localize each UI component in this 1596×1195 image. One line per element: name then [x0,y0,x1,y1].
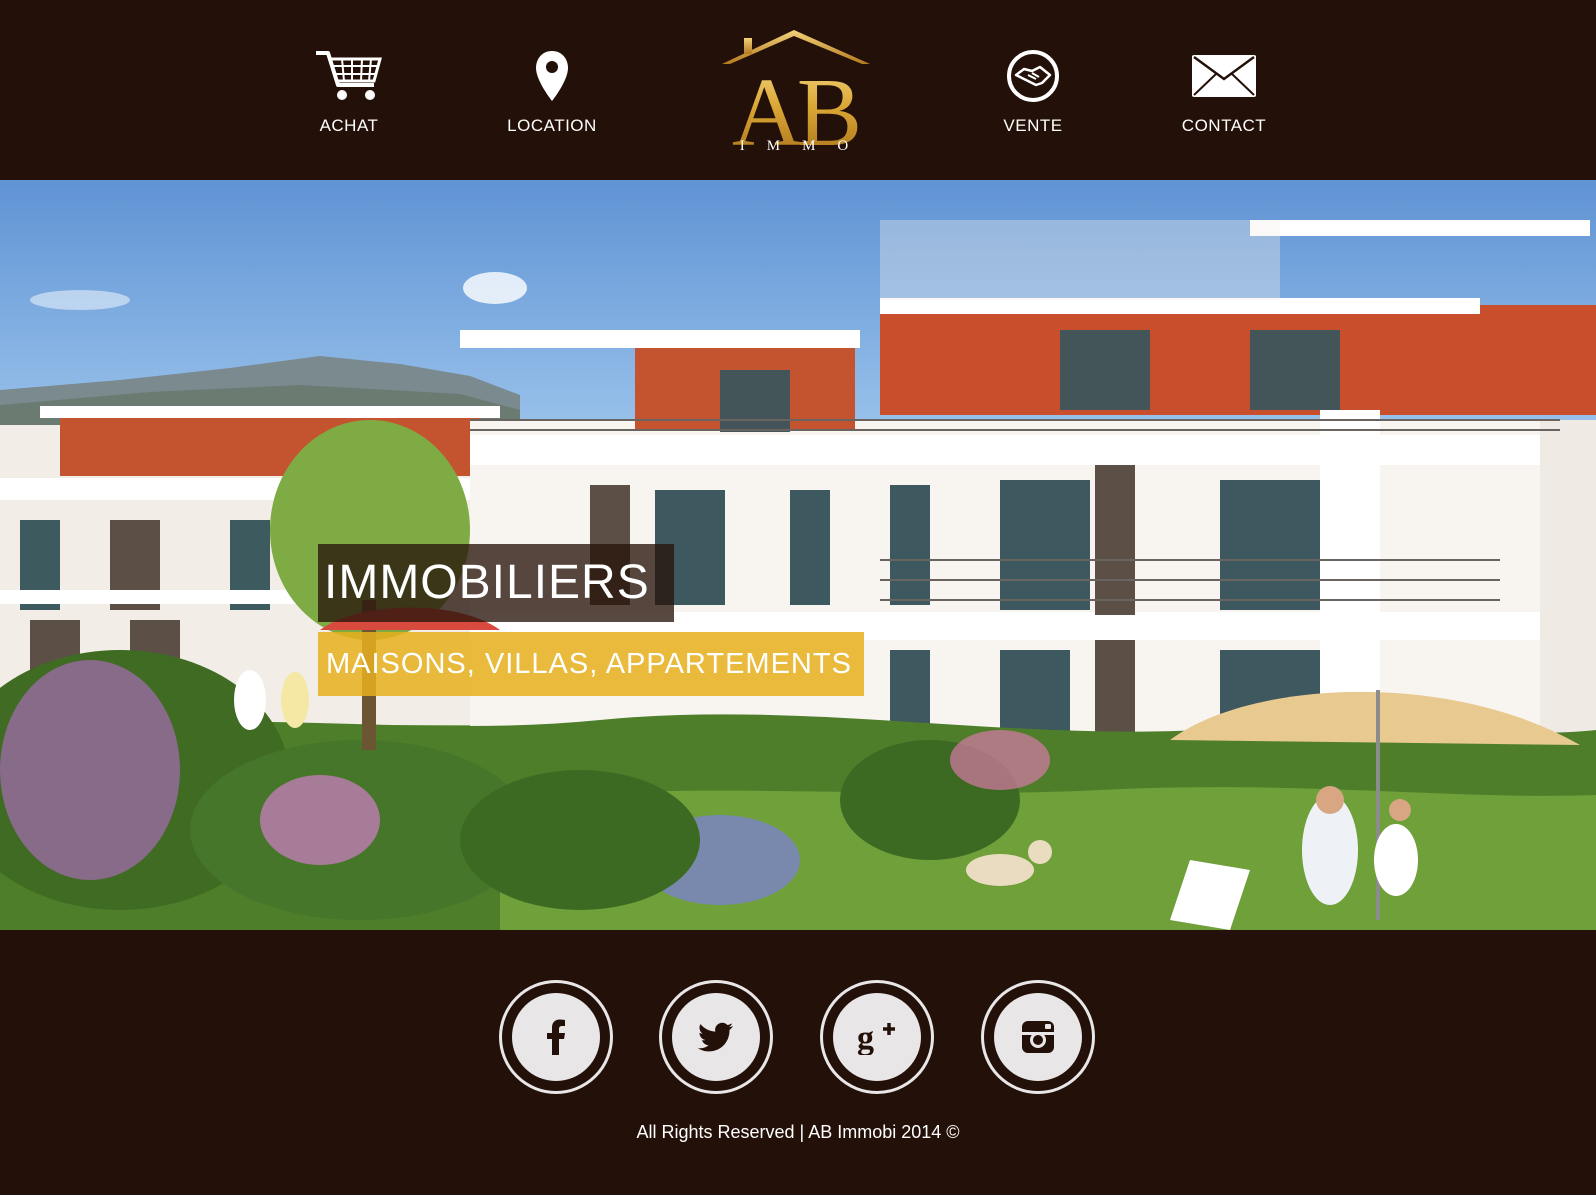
twitter-button[interactable] [659,980,773,1094]
handshake-icon [953,48,1113,104]
site-header: ACHAT LOCATION AB IMMO VENTE CONTACT [0,0,1596,180]
nav-achat-label: ACHAT [319,116,379,135]
shopping-cart-icon [269,48,429,104]
nav-vente[interactable]: VENTE [953,48,1113,136]
google-plus-button[interactable]: g [820,980,934,1094]
instagram-button[interactable] [981,980,1095,1094]
instagram-icon [1022,1021,1054,1053]
envelope-icon [1144,48,1304,104]
logo-sub-text: IMMO [739,138,871,154]
nav-achat[interactable]: ACHAT [269,48,429,136]
svg-text:g: g [857,1020,874,1055]
nav-location[interactable]: LOCATION [472,48,632,136]
hero-subtitle: MAISONS, VILLAS, APPARTEMENTS [318,632,864,696]
map-pin-icon [472,48,632,104]
ab-immo-logo[interactable]: AB IMMO [712,26,876,162]
google-plus-icon: g [857,1020,895,1055]
residence-illustration [0,220,1596,930]
nav-contact-label: CONTACT [1181,116,1267,135]
nav-vente-label: VENTE [1003,116,1063,135]
twitter-icon [698,1022,733,1052]
nav-location-label: LOCATION [507,116,597,135]
facebook-icon [547,1019,565,1055]
facebook-button[interactable] [499,980,613,1094]
nav-contact[interactable]: CONTACT [1144,48,1304,136]
hero-banner: IMMOBILIERS MAISONS, VILLAS, APPARTEMENT… [0,180,1596,930]
hero-title: IMMOBILIERS [318,544,674,622]
copyright-text: All Rights Reserved | AB Immobi 2014 © [636,1122,960,1142]
